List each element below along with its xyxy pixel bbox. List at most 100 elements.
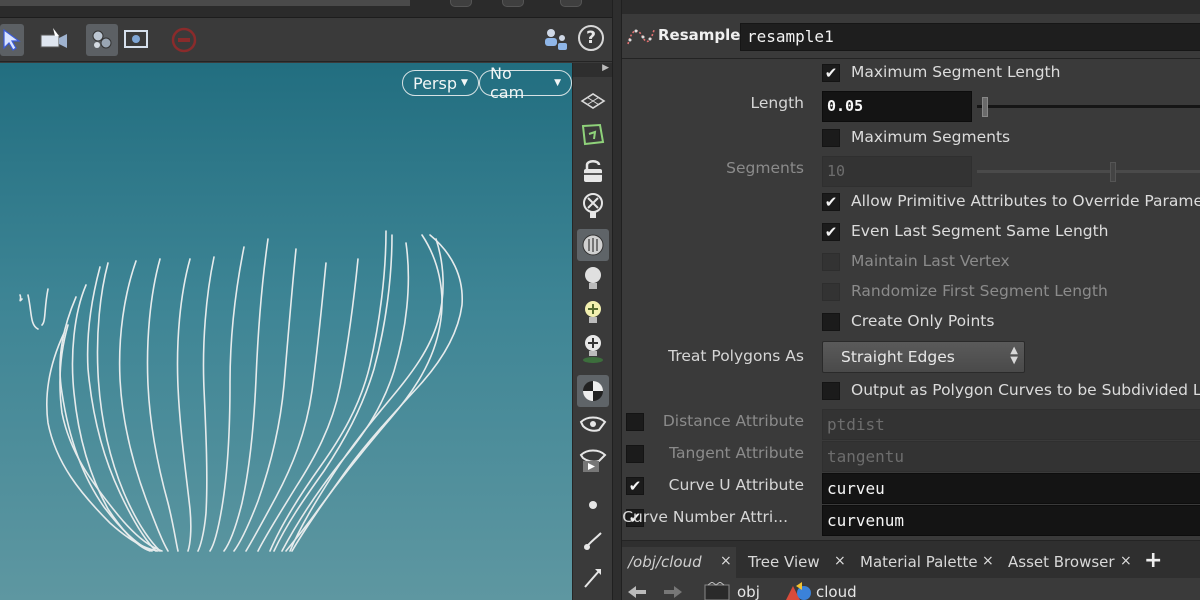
segments-label: Segments [726, 159, 804, 177]
length-slider[interactable] [977, 105, 1200, 108]
param-even-last: ✔ Even Last Segment Same Length [622, 218, 1200, 246]
strip-knob[interactable] [560, 0, 582, 7]
segments-slider-handle[interactable] [1110, 162, 1116, 182]
tab-label: Tree View [748, 553, 820, 571]
allow-prim-attr-checkbox[interactable]: ✔ [822, 193, 840, 211]
param-curve-u: ✔ Curve U Attribute curveu [622, 472, 1200, 504]
headlight-icon[interactable] [577, 229, 609, 261]
shading-icon[interactable] [577, 375, 609, 407]
length-field[interactable]: 0.05 [822, 91, 972, 122]
segments-field[interactable]: 10 [822, 156, 972, 187]
param-output-poly: Output as Polygon Curves to be Subdivide… [622, 377, 1200, 405]
tangent-attr-field[interactable]: tangentu [822, 441, 1200, 472]
max-segment-length-label: Maximum Segment Length [851, 63, 1061, 81]
viewport-sidebar: ▶ [572, 63, 613, 600]
param-randomize-first: Randomize First Segment Length [622, 278, 1200, 306]
normal-display-icon[interactable] [577, 525, 609, 557]
curve-u-checkbox[interactable]: ✔ [626, 477, 644, 495]
render-flipbook-icon[interactable] [577, 445, 609, 477]
disabled-tool-icon[interactable] [168, 24, 200, 56]
close-icon[interactable]: × [720, 553, 732, 569]
even-last-checkbox[interactable]: ✔ [822, 223, 840, 241]
geometry-node-icon [784, 582, 814, 600]
lock-icon[interactable] [577, 155, 609, 187]
pane-divider[interactable] [612, 0, 622, 600]
breadcrumb-cloud[interactable]: cloud [816, 583, 857, 600]
vector-display-icon[interactable] [577, 561, 609, 593]
param-tangent-attr: Tangent Attribute tangentu [622, 440, 1200, 472]
allow-prim-attr-label: Allow Primitive Attributes to Override P… [851, 192, 1200, 210]
back-arrow-icon[interactable] [626, 584, 648, 600]
curve-number-field[interactable]: curvenum [822, 505, 1200, 536]
treat-polygons-label: Treat Polygons As [668, 347, 804, 365]
tab-asset-browser[interactable]: Asset Browser × [1002, 547, 1136, 579]
parameter-list: ✔ Maximum Segment Length Length 0.05 Max… [622, 59, 1200, 540]
param-segments: Segments 10 [622, 155, 1200, 187]
tab-label: Material Palette [860, 553, 978, 571]
length-slider-handle[interactable] [982, 97, 988, 117]
param-allow-prim-attr: ✔ Allow Primitive Attributes to Override… [622, 188, 1200, 216]
snap-tool-icon[interactable] [86, 24, 118, 56]
param-create-only-points: Create Only Points [622, 308, 1200, 336]
curve-u-label: Curve U Attribute [668, 476, 804, 494]
help-button[interactable]: ? [578, 25, 604, 51]
path-bar: obj cloud [622, 578, 1200, 600]
close-icon[interactable]: × [982, 553, 994, 569]
tangent-attr-checkbox[interactable] [626, 445, 644, 463]
sidebar-collapse-icon[interactable]: ▶ [573, 63, 613, 77]
strip-knob[interactable] [450, 0, 472, 7]
ghost-icon[interactable] [577, 191, 609, 223]
breadcrumb-obj[interactable]: obj [737, 583, 760, 600]
obj-network-icon [704, 581, 730, 600]
max-segments-checkbox[interactable] [822, 129, 840, 147]
distance-attr-checkbox[interactable] [626, 413, 644, 431]
view-tool-icon[interactable] [38, 24, 70, 56]
param-treat-polygons: Treat Polygons As Straight Edges ▲ ▼ [622, 341, 1200, 373]
distance-attr-label: Distance Attribute [662, 412, 804, 430]
curve-number-label: Curve Number Attri... [622, 508, 788, 526]
tab-material-palette[interactable]: Material Palette × [854, 547, 998, 579]
high-quality-light-icon[interactable] [577, 333, 609, 365]
point-display-icon[interactable] [577, 489, 609, 521]
randomize-first-checkbox[interactable] [822, 283, 840, 301]
tab-label: Asset Browser [1008, 553, 1115, 571]
scene-viewport[interactable]: Persp ▼ No cam ▼ [0, 63, 572, 600]
segments-slider[interactable] [977, 170, 1200, 173]
tab-obj-cloud[interactable]: /obj/cloud × [622, 547, 736, 579]
curve-u-field[interactable]: curveu [822, 473, 1200, 504]
distance-attr-field[interactable]: ptdist [822, 409, 1200, 440]
houdini-window: ? Persp ▼ No cam ▼ ▶ Resample resample1 … [0, 0, 1200, 600]
grid-icon[interactable] [577, 85, 609, 117]
light-bulb-icon[interactable] [577, 263, 609, 295]
length-label: Length [750, 94, 804, 112]
strip-knob[interactable] [502, 0, 524, 7]
max-segment-length-checkbox[interactable]: ✔ [822, 64, 840, 82]
top-scrollbar[interactable] [0, 0, 410, 6]
treat-polygons-dropdown[interactable]: Straight Edges ▲ ▼ [822, 341, 1025, 373]
select-tool-icon[interactable] [0, 24, 24, 56]
close-icon[interactable]: × [834, 553, 846, 569]
tab-tree-view[interactable]: Tree View × [742, 547, 850, 579]
treat-polygons-value: Straight Edges [841, 348, 955, 366]
parameter-pane-top [622, 0, 1200, 14]
randomize-first-label: Randomize First Segment Length [851, 282, 1108, 300]
forward-arrow-icon[interactable] [662, 584, 684, 600]
node-name-field[interactable]: resample1 [740, 23, 1200, 51]
add-tab-button[interactable]: + [1144, 548, 1162, 573]
param-max-segment-length: ✔ Maximum Segment Length [622, 59, 1200, 87]
display-options-icon[interactable] [540, 24, 572, 56]
param-distance-attr: Distance Attribute ptdist [622, 408, 1200, 440]
output-poly-checkbox[interactable] [822, 382, 840, 400]
normal-light-icon[interactable] [577, 297, 609, 329]
updown-arrows-icon: ▲ ▼ [1010, 345, 1018, 366]
tab-label: /obj/cloud [628, 553, 702, 571]
close-icon[interactable]: × [1120, 553, 1132, 569]
frame-tool-icon[interactable] [120, 24, 152, 56]
create-only-points-checkbox[interactable] [822, 313, 840, 331]
param-length: Length 0.05 [622, 90, 1200, 122]
maintain-last-checkbox[interactable] [822, 253, 840, 271]
construction-plane-icon[interactable] [577, 119, 609, 151]
visibility-icon[interactable] [577, 409, 609, 441]
pane-tab-bar: /obj/cloud × Tree View × Material Palett… [622, 540, 1200, 579]
resample-node-icon [626, 22, 656, 54]
